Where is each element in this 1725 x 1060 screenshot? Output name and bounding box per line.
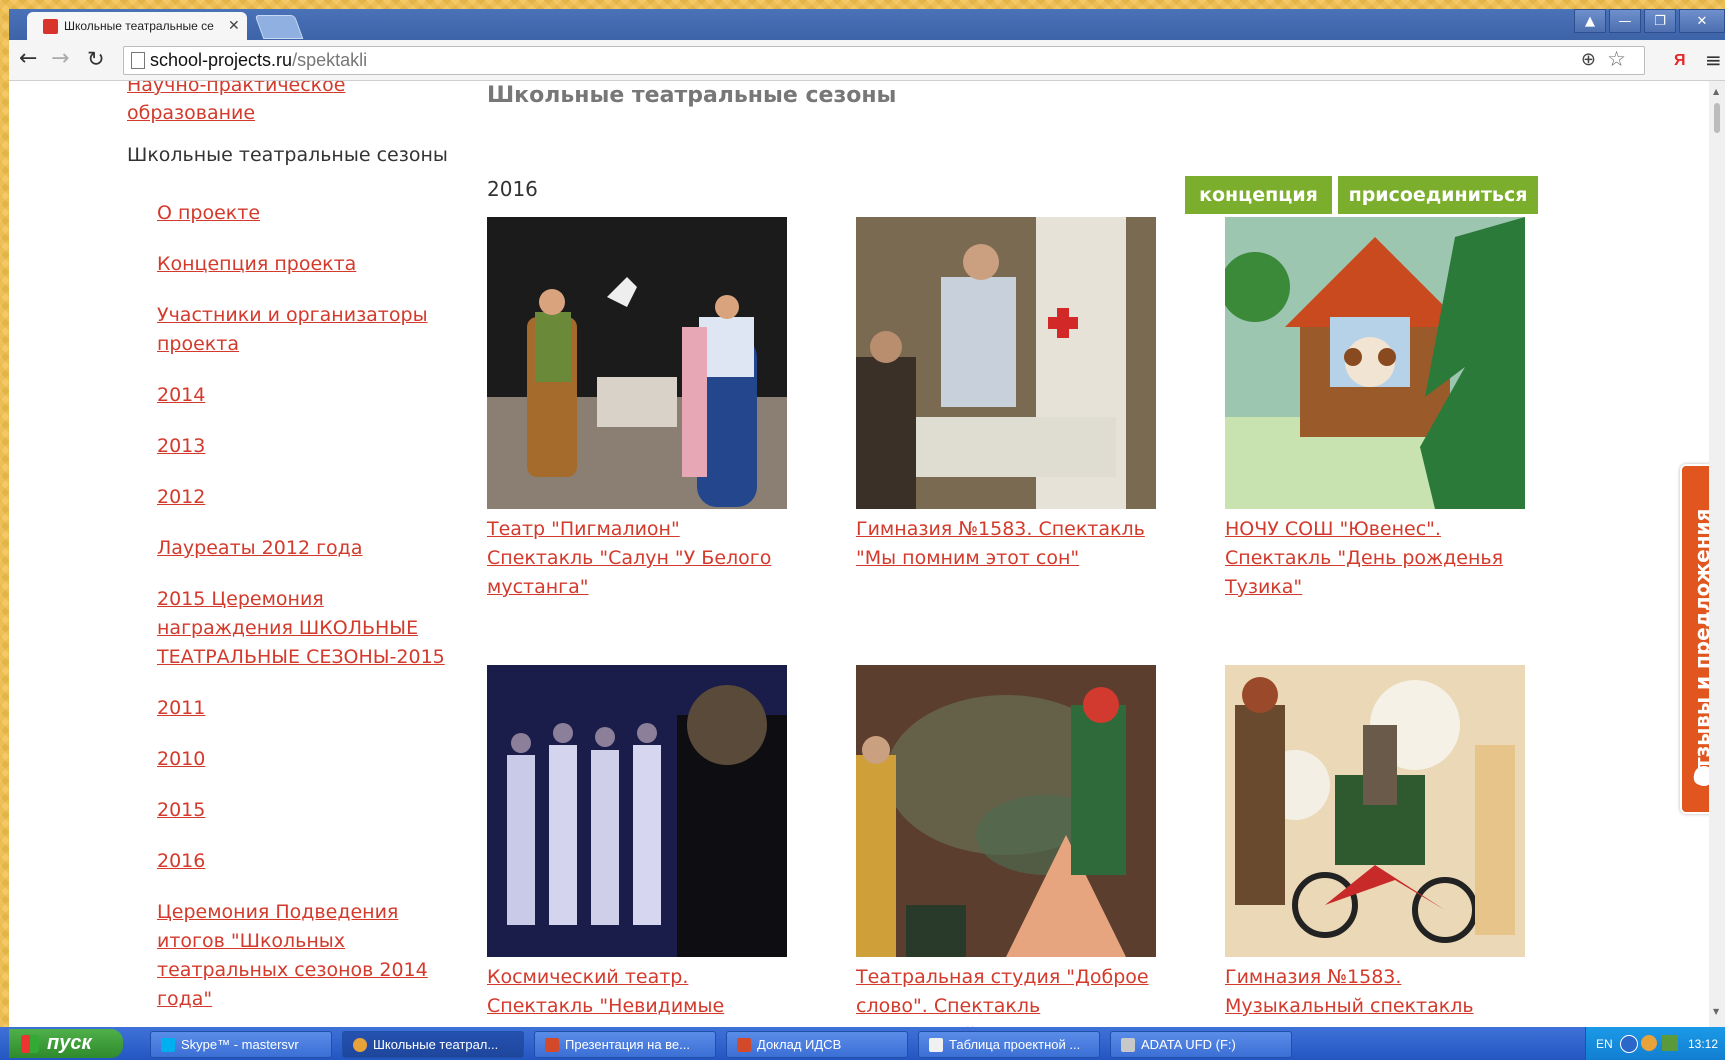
favicon-icon (43, 18, 58, 34)
url-text[interactable]: school-projects.ru/spektakli (150, 50, 367, 71)
sidebar-item-ceremony-2014[interactable]: Церемония Подведения итогов "Школьных те… (157, 898, 457, 1014)
yandex-icon[interactable]: Я (1674, 52, 1686, 70)
page-icon (131, 52, 145, 69)
concept-button[interactable]: концепция (1185, 176, 1332, 214)
minimize-button[interactable]: — (1609, 9, 1641, 33)
sidebar-item-2014[interactable]: 2014 (157, 381, 457, 410)
bookmark-star-icon[interactable]: ☆ (1607, 47, 1626, 71)
tab-strip: Школьные театральные се ✕ ▲ — ❐ ✕ (9, 9, 1725, 40)
sidebar-item-laureates-2012[interactable]: Лауреаты 2012 года (157, 534, 457, 563)
play-card: Гимназия №1583. Спектакль "Мы помним это… (856, 217, 1156, 573)
taskbar-item-label: Школьные театрал... (373, 1037, 499, 1052)
taskbar-item-label: Доклад ИДСВ (757, 1037, 842, 1052)
back-arrow-icon[interactable]: ← (19, 48, 37, 70)
page-viewport: Научно-практическое образование Школьные… (9, 81, 1709, 1027)
zoom-icon[interactable]: ⊕ (1581, 49, 1596, 70)
start-label: пуск (47, 1032, 92, 1054)
taskbar-item-label: ADATA UFD (F:) (1141, 1037, 1236, 1052)
scroll-up-icon[interactable]: ▲ (1713, 87, 1719, 96)
window-controls: ▲ — ❐ ✕ (1571, 9, 1725, 35)
powerpoint-icon (545, 1037, 559, 1052)
sidebar-item-2010[interactable]: 2010 (157, 745, 457, 774)
windows-logo-icon (21, 1034, 39, 1053)
play-card: Гимназия №1583. Музыкальный спектакль (1225, 665, 1525, 1021)
browser-window: Школьные театральные се ✕ ▲ — ❐ ✕ ← → ↻ … (9, 9, 1725, 1027)
taskbar-item-label: Таблица проектной ... (949, 1037, 1081, 1052)
tab-title: Школьные театральные се (64, 19, 214, 33)
skype-icon (161, 1037, 175, 1052)
play-title[interactable]: Гимназия №1583. Музыкальный спектакль (1225, 963, 1525, 1021)
menu-icon[interactable]: ≡ (1705, 48, 1722, 72)
play-card: Театр "Пигмалион" Спектакль "Салун "У Бе… (487, 217, 787, 602)
play-card: Космический театр. Спектакль "Невидимые … (487, 665, 787, 1027)
taskbar-item-skype[interactable]: Skype™ - mastersvr (150, 1031, 332, 1058)
clock[interactable]: 13:12 (1688, 1037, 1718, 1051)
sidebar-item-ceremony-2015[interactable]: 2015 Церемония награждения ШКОЛЬНЫЕ ТЕАТ… (157, 585, 457, 672)
sidebar-item-2013[interactable]: 2013 (157, 432, 457, 461)
sidebar-item-2012[interactable]: 2012 (157, 483, 457, 512)
browser-tab[interactable]: Школьные театральные се ✕ (27, 12, 247, 40)
tray-app-icon[interactable] (1641, 1035, 1657, 1051)
sidebar-item-about[interactable]: О проекте (157, 199, 457, 228)
page-title: Школьные театральные сезоны (487, 83, 897, 108)
scroll-down-icon[interactable]: ▼ (1713, 1007, 1719, 1016)
maximize-button[interactable]: ❐ (1644, 9, 1676, 33)
start-button[interactable]: пуск (9, 1029, 123, 1058)
play-photo[interactable] (1220, 217, 1525, 509)
play-title[interactable]: Театр "Пигмалион" Спектакль "Салун "У Бе… (487, 515, 787, 602)
sidebar-heading: Школьные театральные сезоны (127, 144, 448, 166)
system-tray: EN 13:12 (1585, 1027, 1725, 1060)
feedback-label: Отзывы и предложения (1690, 508, 1709, 786)
taskbar-item-browser[interactable]: Школьные театрал... (342, 1031, 524, 1058)
taskbar-item-label: Skype™ - mastersvr (181, 1037, 299, 1052)
address-bar[interactable]: school-projects.ru/spektakli ⊕ ☆ (123, 46, 1645, 75)
play-photo[interactable] (487, 217, 787, 509)
play-title[interactable]: Космический театр. Спектакль "Невидимые … (487, 963, 787, 1027)
sidebar-item-participants[interactable]: Участники и организаторы проекта (157, 301, 457, 359)
play-title[interactable]: НОЧУ СОШ "Ювенес". Спектакль "День рожде… (1225, 515, 1525, 602)
taskbar: пуск Skype™ - mastersvr Школьные театрал… (0, 1027, 1725, 1060)
taskbar-item-presentation[interactable]: Презентация на ве... (534, 1031, 716, 1058)
play-photo[interactable] (856, 217, 1156, 509)
scrollbar[interactable]: ▲ ▼ (1709, 81, 1725, 1027)
user-profile-button[interactable]: ▲ (1574, 9, 1606, 33)
sidebar-item-2016[interactable]: 2016 (157, 847, 457, 876)
year-label: 2016 (487, 177, 538, 201)
sidebar-link-cut[interactable]: Научно-практическое образование (127, 81, 427, 127)
play-title[interactable]: Гимназия №1583. Спектакль "Мы помним это… (856, 515, 1156, 573)
scroll-thumb[interactable] (1714, 103, 1720, 133)
drive-icon (1121, 1037, 1135, 1052)
sidebar-item-2011[interactable]: 2011 (157, 694, 457, 723)
document-icon (929, 1037, 943, 1052)
reload-icon[interactable]: ↻ (87, 48, 105, 70)
join-button[interactable]: присоединиться (1338, 176, 1538, 214)
play-card: Театральная студия "Доброе слово". Спект… (856, 665, 1156, 1027)
play-photo[interactable] (856, 665, 1156, 957)
close-window-button[interactable]: ✕ (1679, 9, 1725, 33)
sidebar-nav: О проекте Концепция проекта Участники и … (157, 199, 457, 1027)
play-photo[interactable] (487, 665, 787, 957)
network-icon[interactable] (1662, 1035, 1678, 1051)
sidebar-item-2015[interactable]: 2015 (157, 796, 457, 825)
browser-toolbar: ← → ↻ school-projects.ru/spektakli ⊕ ☆ Я… (9, 40, 1725, 81)
chrome-icon (353, 1037, 367, 1052)
powerpoint-icon (737, 1037, 751, 1052)
play-card: НОЧУ СОШ "Ювенес". Спектакль "День рожде… (1220, 217, 1525, 602)
tray-arrow-icon[interactable] (1620, 1035, 1638, 1053)
language-indicator[interactable]: EN (1596, 1037, 1613, 1051)
taskbar-item-label: Презентация на ве... (565, 1037, 690, 1052)
sidebar-item-concept[interactable]: Концепция проекта (157, 250, 457, 279)
feedback-tab[interactable]: Отзывы и предложения (1680, 464, 1709, 814)
taskbar-item-table[interactable]: Таблица проектной ... (918, 1031, 1100, 1058)
taskbar-item-report[interactable]: Доклад ИДСВ (726, 1031, 908, 1058)
taskbar-item-drive[interactable]: ADATA UFD (F:) (1110, 1031, 1292, 1058)
forward-arrow-icon[interactable]: → (51, 48, 69, 70)
tab-close-icon[interactable]: ✕ (228, 18, 240, 34)
new-tab-button[interactable] (254, 15, 304, 39)
play-title[interactable]: Театральная студия "Доброе слово". Спект… (856, 963, 1156, 1027)
play-photo[interactable] (1225, 665, 1525, 957)
